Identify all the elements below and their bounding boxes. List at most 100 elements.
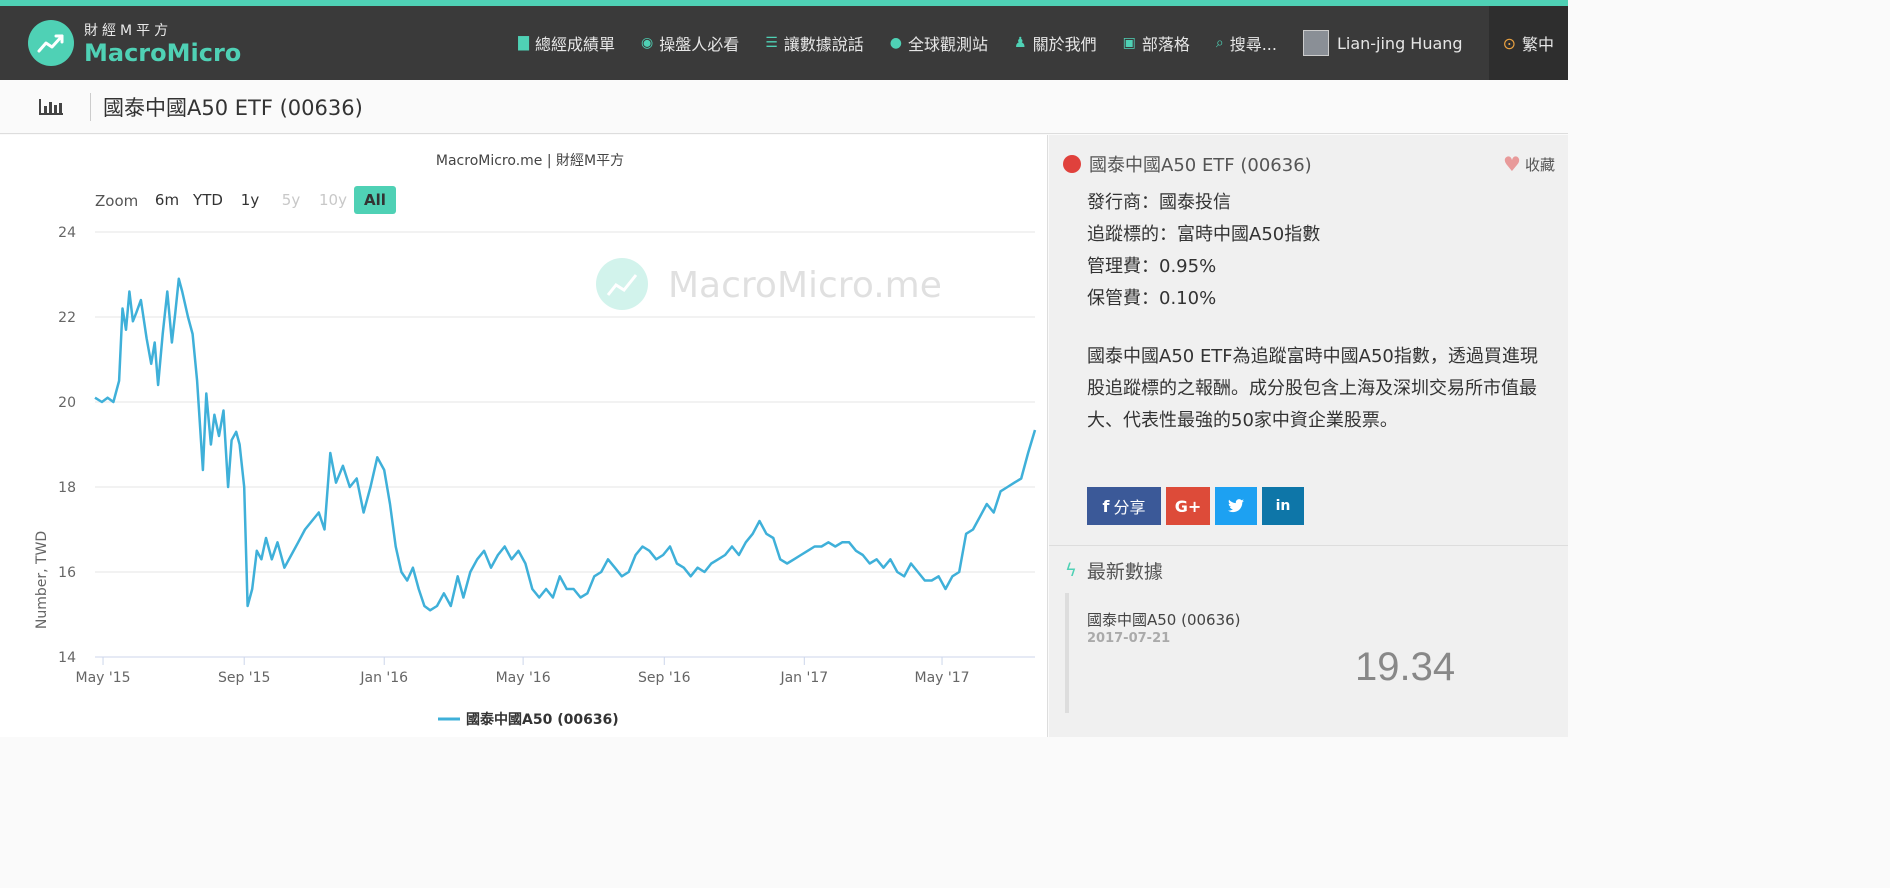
logo[interactable]: 財經M平方 MacroMicro xyxy=(28,20,241,66)
y-axis: 14 16 18 20 22 24 xyxy=(58,225,76,666)
y-tick-label: 16 xyxy=(58,565,76,581)
nav-label: 全球觀測站 xyxy=(908,35,989,54)
line-chart[interactable]: MacroMicro.me | 財經M平方 Zoom 6m YTD 1y 5y … xyxy=(0,135,1048,737)
language-icon: ⊙ xyxy=(1502,33,1516,53)
main-nav: ▇ 總經成績單 ◉ 操盤人必看 ☰ 讓數據說話 ● 全球觀測站 ♟ 關於我們 ▣… xyxy=(518,6,1568,80)
nav-item-trader-must-see[interactable]: ◉ 操盤人必看 xyxy=(641,31,739,55)
x-tick-label: Sep '16 xyxy=(638,670,691,686)
legend-label[interactable]: 國泰中國A50 (00636) xyxy=(466,711,619,728)
zoom-5y-button[interactable]: 5y xyxy=(282,191,301,209)
share-buttons: f 分享 G+ in xyxy=(1087,487,1309,525)
logo-chart-icon xyxy=(28,20,74,66)
x-axis: May '15 Sep '15 Jan '16 May '16 Sep '16 Jan '… xyxy=(76,657,970,686)
watermark-logo-icon xyxy=(596,258,648,310)
zoom-controls: Zoom 6m YTD 1y 5y 10y All xyxy=(95,186,396,214)
nav-item-data-talks[interactable]: ☰ 讓數據說話 xyxy=(765,31,864,55)
user-name: Lian-jing Huang xyxy=(1336,33,1463,53)
nav-label: 關於我們 xyxy=(1032,35,1097,54)
watermark-text: MacroMicro.me xyxy=(668,265,942,306)
nav-label: 操盤人必看 xyxy=(659,35,740,54)
nav-item-blog[interactable]: ▣ 部落格 xyxy=(1123,31,1190,55)
facebook-share-label: 分享 xyxy=(1113,498,1146,517)
database-icon: ☰ xyxy=(765,35,778,51)
china-flag-icon xyxy=(1063,155,1081,173)
search-icon: ⌕ xyxy=(1215,35,1224,51)
fund-info: 發行商：國泰投信 追蹤標的：富時中國A50指數 管理費：0.95% 保管費：0.… xyxy=(1087,187,1320,315)
nav-item-about-us[interactable]: ♟ 關於我們 xyxy=(1014,31,1097,55)
x-tick-label: Sep '15 xyxy=(218,670,271,686)
zoom-label: Zoom xyxy=(95,192,138,210)
section-divider xyxy=(1049,545,1568,546)
top-navbar: 財經M平方 MacroMicro ▇ 總經成績單 ◉ 操盤人必看 ☰ 讓數據說話… xyxy=(0,0,1568,80)
people-icon: ♟ xyxy=(1014,35,1027,51)
side-header: 國泰中國A50 ETF (00636) ♥ 收藏 xyxy=(1063,151,1555,177)
info-tracking-index: 追蹤標的：富時中國A50指數 xyxy=(1087,224,1321,245)
page-title: 國泰中國A50 ETF (00636) xyxy=(103,95,363,120)
y-tick-label: 20 xyxy=(58,395,76,411)
x-tick-label: May '16 xyxy=(496,670,551,686)
favorite-label: 收藏 xyxy=(1524,155,1555,174)
facebook-icon: f xyxy=(1102,496,1110,516)
latest-value: 19.34 xyxy=(1355,645,1456,689)
zoom-1y-button[interactable]: 1y xyxy=(241,191,260,209)
page-titlebar: 國泰中國A50 ETF (00636) xyxy=(0,80,1568,134)
nav-item-user[interactable]: Lian-jing Huang xyxy=(1302,30,1463,56)
nav-item-search[interactable]: ⌕ 搜尋... xyxy=(1216,31,1277,55)
logo-en-text: MacroMicro xyxy=(84,39,242,67)
logo-cn-text: 財經M平方 xyxy=(84,23,173,39)
side-title: 國泰中國A50 ETF (00636) xyxy=(1089,155,1312,176)
avatar xyxy=(1302,30,1329,56)
y-tick-label: 22 xyxy=(58,310,76,326)
google-plus-icon: G+ xyxy=(1174,496,1202,516)
series-line[interactable] xyxy=(94,277,1037,612)
watermark: MacroMicro.me xyxy=(596,258,942,310)
language-label: 繁中 xyxy=(1521,35,1554,54)
google-plus-share-button[interactable]: G+ xyxy=(1166,487,1210,525)
chart-credit: MacroMicro.me | 財經M平方 xyxy=(436,153,624,169)
y-axis-label: Number, TWD xyxy=(34,531,50,629)
document-icon: ▇ xyxy=(518,35,529,51)
fund-description: 國泰中國A50 ETF為追蹤富時中國A50指數，透過買進現股追蹤標的之報酬。成分… xyxy=(1087,346,1538,431)
chart-panel: MacroMicro.me | 財經M平方 Zoom 6m YTD 1y 5y … xyxy=(0,135,1048,737)
x-tick-label: May '17 xyxy=(915,670,970,686)
y-tick-label: 24 xyxy=(58,225,76,241)
linkedin-share-button[interactable]: in xyxy=(1262,487,1304,525)
nav-label: 搜尋... xyxy=(1229,35,1277,54)
linkedin-icon: in xyxy=(1275,498,1291,514)
info-sidebar: 國泰中國A50 ETF (00636) ♥ 收藏 發行商：國泰投信 追蹤標的：富… xyxy=(1049,135,1568,737)
zoom-6m-button[interactable]: 6m xyxy=(155,191,179,209)
info-custody-fee: 保管費：0.10% xyxy=(1087,288,1217,309)
nav-item-report-card[interactable]: ▇ 總經成績單 xyxy=(518,31,615,55)
globe-icon: ● xyxy=(889,35,902,51)
rss-icon: ▣ xyxy=(1122,35,1136,51)
x-tick-label: May '15 xyxy=(76,670,131,686)
facebook-share-button[interactable]: f 分享 xyxy=(1087,487,1161,525)
title-separator xyxy=(90,92,91,121)
zoom-all-button[interactable]: All xyxy=(364,191,386,209)
heart-icon: ♥ xyxy=(1503,152,1521,176)
language-switch[interactable]: ⊙ 繁中 xyxy=(1488,6,1568,80)
eye-icon: ◉ xyxy=(640,35,654,51)
x-tick-label: Jan '17 xyxy=(779,670,828,686)
nav-item-global-watch[interactable]: ● 全球觀測站 xyxy=(890,31,988,55)
nav-label: 總經成績單 xyxy=(534,35,615,54)
nav-label: 讓數據說話 xyxy=(783,35,864,54)
twitter-share-button[interactable] xyxy=(1215,487,1257,525)
latest-series-name: 國泰中國A50 (00636) xyxy=(1087,611,1241,629)
zoom-ytd-button[interactable]: YTD xyxy=(192,191,223,209)
info-issuer: 發行商：國泰投信 xyxy=(1087,192,1231,213)
latest-date: 2017-07-21 xyxy=(1087,631,1171,646)
bolt-icon: ϟ xyxy=(1065,560,1077,581)
twitter-icon xyxy=(1228,499,1244,513)
favorite-button[interactable]: ♥ 收藏 xyxy=(1503,152,1555,176)
latest-data-card[interactable]: 國泰中國A50 (00636) 2017-07-21 19.34 xyxy=(1065,593,1553,713)
zoom-10y-button[interactable]: 10y xyxy=(319,191,347,209)
info-management-fee: 管理費：0.95% xyxy=(1087,256,1217,277)
y-tick-label: 14 xyxy=(58,650,76,666)
latest-data-heading: 最新數據 xyxy=(1086,561,1163,583)
x-tick-label: Jan '16 xyxy=(359,670,408,686)
chart-legend[interactable]: 國泰中國A50 (00636) xyxy=(438,711,619,728)
y-tick-label: 18 xyxy=(58,480,76,496)
nav-label: 部落格 xyxy=(1141,35,1190,54)
bar-chart-icon xyxy=(39,98,63,115)
